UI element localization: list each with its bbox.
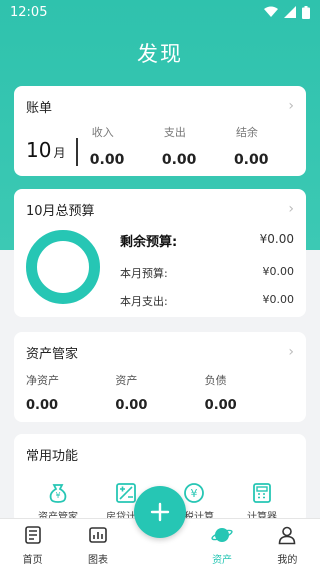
bill-title: 账单 (26, 100, 53, 116)
yen-coin-icon: ¥ (184, 483, 204, 503)
svg-text:¥: ¥ (191, 487, 198, 500)
tab-charts[interactable]: 图表 (65, 519, 130, 568)
battery-icon (302, 5, 310, 19)
total-assets-label: 资产 (115, 374, 138, 387)
bill-income-value: 0.00 (89, 152, 125, 168)
bill-balance: 结余 0.00 (234, 124, 294, 168)
budget-card[interactable]: 10月总预算 › 剩余预算: ¥0.00 本月预算: ¥0.00 本月支出: ¥… (14, 189, 306, 317)
bill-expense-label: 支出 (163, 126, 186, 139)
tab-profile-label: 我的 (277, 555, 298, 566)
assets-row: 净资产 0.00 资产 0.00 负债 0.00 (14, 372, 306, 413)
liabilities-label: 负债 (204, 374, 227, 387)
user-icon (279, 526, 296, 545)
functions-title: 常用功能 (26, 448, 79, 464)
bill-balance-label: 结余 (235, 126, 258, 139)
bill-row: 10 月 收入 0.00 支出 0.00 结余 0.00 (14, 124, 306, 168)
tab-profile[interactable]: 我的 (255, 519, 320, 568)
tab-home-label: 首页 (22, 555, 43, 566)
liabilities-value: 0.00 (204, 398, 237, 413)
net-assets-label: 净资产 (26, 374, 59, 387)
budget-body: 剩余预算: ¥0.00 本月预算: ¥0.00 本月支出: ¥0.00 (14, 229, 306, 317)
function-asset-manager[interactable]: ¥ 资产管家 (28, 482, 88, 523)
bill-expense: 支出 0.00 (162, 124, 222, 168)
tab-assets[interactable]: 资产 (189, 519, 254, 568)
total-assets-value: 0.00 (115, 398, 148, 413)
assets-card[interactable]: 资产管家 › 净资产 0.00 资产 0.00 负债 0.00 (14, 332, 306, 422)
page-title: 发现 (137, 42, 183, 66)
wifi-icon (264, 6, 278, 17)
chevron-right-icon: › (288, 201, 294, 217)
chart-icon (89, 527, 107, 543)
bill-income-label: 收入 (91, 126, 114, 139)
status-time: 12:05 (10, 4, 48, 20)
budget-title: 10月总预算 (26, 203, 95, 219)
bill-month-unit: 月 (53, 146, 66, 160)
chevron-right-icon: › (288, 344, 294, 360)
bill-month: 10 月 (26, 138, 78, 166)
functions-card-header: 常用功能 (14, 434, 306, 474)
budget-card-header[interactable]: 10月总预算 › (14, 189, 306, 229)
money-bag-icon: ¥ (49, 484, 67, 503)
month-budget-value: ¥0.00 (262, 265, 295, 278)
function-calculator[interactable]: 计算器 (232, 482, 292, 523)
liabilities: 负债 0.00 (205, 372, 294, 413)
month-budget-label: 本月预算: (120, 267, 168, 280)
tab-charts-label: 图表 (87, 555, 108, 566)
tab-home[interactable]: 首页 (0, 519, 65, 568)
list-icon (24, 526, 41, 544)
plus-icon (150, 502, 170, 522)
month-spent-label: 本月支出: (120, 295, 168, 308)
net-assets-value: 0.00 (26, 398, 59, 413)
bill-month-number: 10 (26, 138, 52, 162)
bill-card-header[interactable]: 账单 › (14, 86, 306, 126)
bill-income: 收入 0.00 (90, 124, 150, 168)
bill-balance-value: 0.00 (233, 152, 269, 168)
remaining-budget-value: ¥0.00 (259, 232, 294, 246)
calculator-grid-icon (116, 483, 136, 503)
tab-assets-label: 资产 (212, 555, 233, 566)
month-spent-value: ¥0.00 (262, 293, 295, 306)
budget-ring-chart (26, 230, 100, 304)
svg-text:¥: ¥ (55, 491, 60, 500)
assets-title: 资产管家 (26, 346, 79, 362)
signal-icon (284, 6, 296, 18)
add-record-button[interactable] (134, 486, 186, 538)
bill-card[interactable]: 账单 › 10 月 收入 0.00 支出 0.00 结余 0.00 (14, 86, 306, 176)
status-bar: 12:05 (0, 0, 320, 24)
bill-expense-value: 0.00 (161, 152, 197, 168)
calculator-icon (253, 483, 271, 503)
remaining-budget-label: 剩余预算: (120, 235, 178, 250)
chevron-right-icon: › (288, 98, 294, 114)
status-icons (264, 5, 310, 19)
assets-card-header[interactable]: 资产管家 › (14, 332, 306, 372)
planet-icon (211, 528, 233, 542)
total-assets: 资产 0.00 (115, 372, 204, 413)
net-assets: 净资产 0.00 (26, 372, 115, 413)
